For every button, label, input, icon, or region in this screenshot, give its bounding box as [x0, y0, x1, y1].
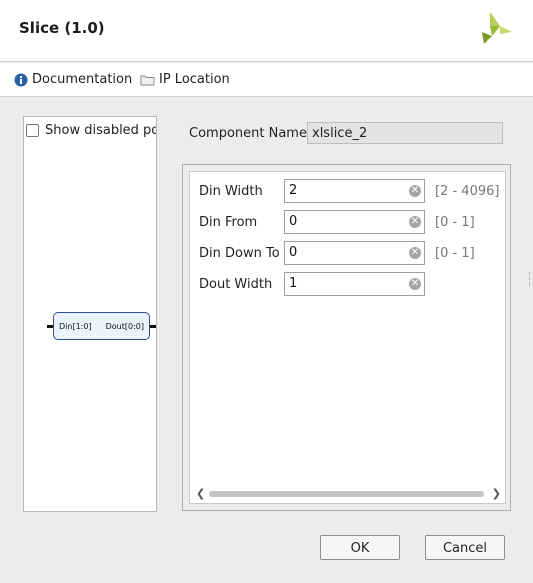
clear-icon[interactable]: ✕	[409, 185, 421, 197]
clear-icon[interactable]: ✕	[409, 278, 421, 290]
documentation-label: Documentation	[32, 72, 133, 87]
ok-button[interactable]: OK	[320, 535, 400, 560]
cancel-button[interactable]: Cancel	[425, 535, 505, 560]
param-range: [0 - 1]	[435, 246, 475, 261]
output-port-label: Dout[0:0]	[105, 322, 144, 331]
param-value: 2	[289, 183, 298, 198]
param-label: Din Width	[199, 184, 263, 199]
ip-block-symbol[interactable]: Din[1:0] Dout[0:0]	[53, 312, 150, 340]
param-label: Din From	[199, 215, 258, 230]
param-label: Dout Width	[199, 277, 273, 292]
ip-location-label: IP Location	[159, 72, 230, 87]
din-width-input[interactable]: 2 ✕	[284, 179, 425, 203]
din-from-input[interactable]: 0 ✕	[284, 210, 425, 234]
param-value: 1	[289, 276, 298, 291]
output-pin	[150, 325, 156, 328]
param-range: [0 - 1]	[435, 215, 475, 230]
param-label: Din Down To	[199, 246, 280, 261]
component-name-label: Component Name	[189, 126, 307, 141]
parameters-list: Din Width 2 ✕ [2 - 4096] Din From 0 ✕ [0…	[189, 171, 506, 504]
dout-width-input[interactable]: 1 ✕	[284, 272, 425, 296]
info-icon	[14, 73, 28, 86]
scroll-right-icon[interactable]: ❯	[492, 487, 501, 500]
param-range: [2 - 4096]	[435, 184, 500, 199]
scrollbar-thumb[interactable]	[209, 491, 484, 497]
din-down-to-input[interactable]: 0 ✕	[284, 241, 425, 265]
param-row-din-width: Din Width 2 ✕ [2 - 4096]	[190, 179, 507, 203]
resize-grip[interactable]	[529, 272, 531, 286]
show-disabled-ports-label: Show disabled po	[45, 123, 157, 138]
param-row-din-from: Din From 0 ✕ [0 - 1]	[190, 210, 507, 234]
dialog-title: Slice (1.0)	[19, 19, 105, 37]
ip-location-button[interactable]: IP Location	[140, 72, 230, 87]
show-disabled-ports-checkbox[interactable]: Show disabled po	[26, 123, 157, 138]
parameters-panel: Din Width 2 ✕ [2 - 4096] Din From 0 ✕ [0…	[182, 164, 511, 511]
param-value: 0	[289, 245, 298, 260]
param-row-dout-width: Dout Width 1 ✕	[190, 272, 507, 296]
scroll-left-icon[interactable]: ❮	[196, 487, 205, 500]
dialog-header: Slice (1.0)	[0, 0, 533, 62]
component-name-field[interactable]: xlslice_2	[307, 122, 503, 144]
ip-symbol-panel: Show disabled po Din[1:0] Dout[0:0]	[23, 116, 157, 512]
clear-icon[interactable]: ✕	[409, 216, 421, 228]
input-port-label: Din[1:0]	[59, 322, 92, 331]
param-value: 0	[289, 214, 298, 229]
toolbar: Documentation IP Location	[0, 63, 533, 97]
documentation-menu[interactable]: Documentation	[14, 72, 132, 87]
clear-icon[interactable]: ✕	[409, 247, 421, 259]
horizontal-scrollbar[interactable]: ❮ ❯	[196, 487, 501, 500]
folder-icon	[140, 75, 155, 85]
param-row-din-down-to: Din Down To 0 ✕ [0 - 1]	[190, 241, 507, 265]
vendor-logo-icon	[482, 12, 512, 44]
checkbox-box[interactable]	[26, 124, 39, 137]
